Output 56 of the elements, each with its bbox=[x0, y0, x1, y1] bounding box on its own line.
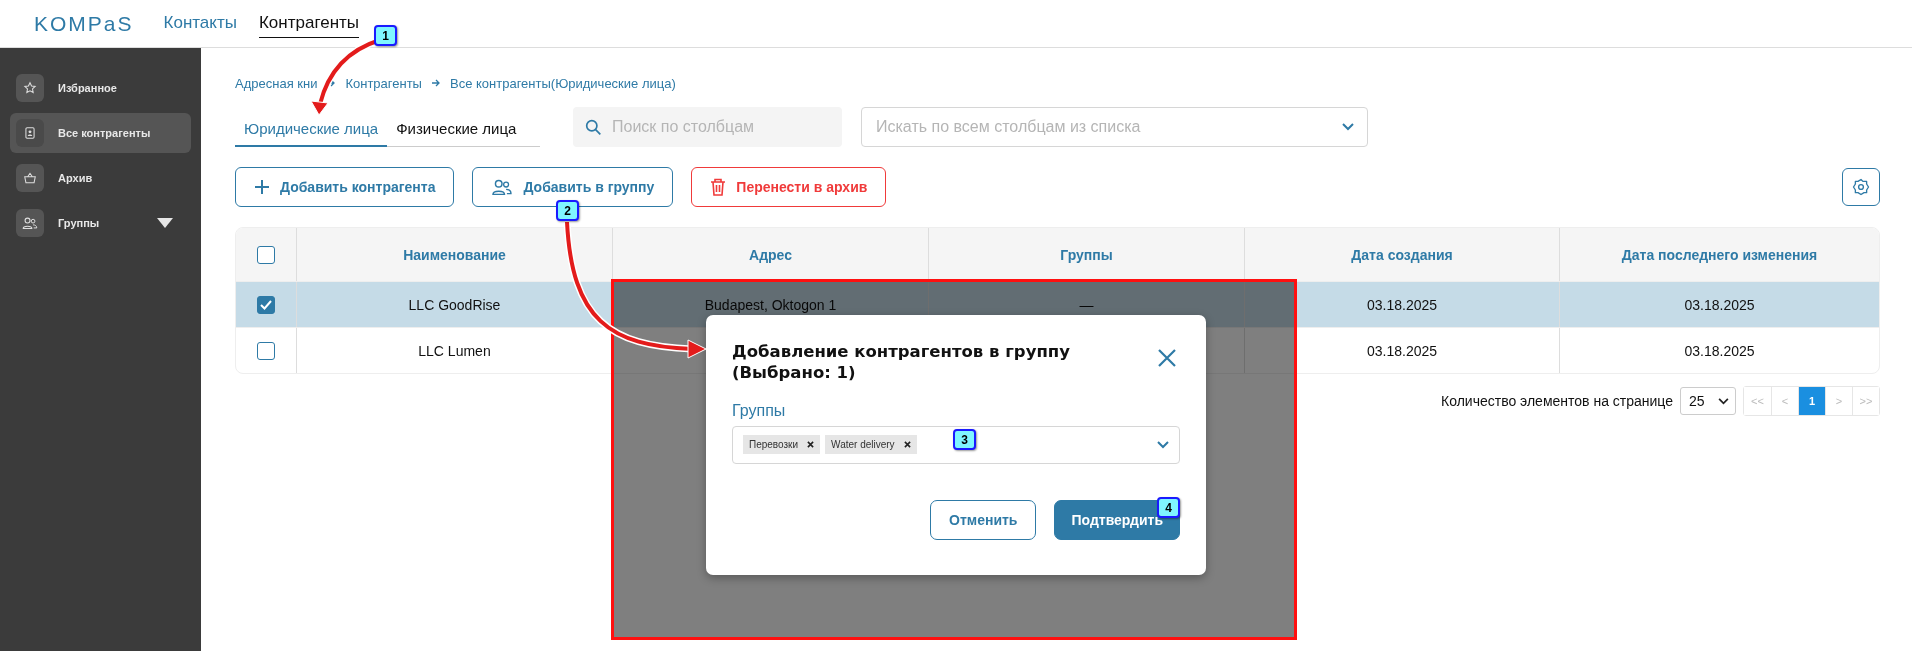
table-cell: 03.18.2025 bbox=[1366, 342, 1438, 359]
breadcrumb-link[interactable]: Адресная кни bbox=[235, 75, 318, 91]
field-label: Группы bbox=[732, 401, 787, 420]
sidebar-item[interactable]: Группы bbox=[10, 203, 191, 243]
tab[interactable]: Юридические лица bbox=[235, 112, 388, 147]
sidebar-item[interactable]: Избранное bbox=[10, 68, 191, 108]
action-button[interactable]: Перенести в архив bbox=[691, 167, 887, 207]
star-icon bbox=[23, 81, 37, 95]
tab[interactable]: Физические лица bbox=[387, 112, 526, 147]
remove-icon bbox=[807, 441, 815, 449]
chevron-down-icon bbox=[1157, 440, 1169, 449]
action-button[interactable]: Добавить в группу bbox=[472, 167, 674, 207]
callout-badge: 2 bbox=[556, 200, 579, 221]
checkbox[interactable] bbox=[257, 295, 275, 314]
plus-icon bbox=[254, 179, 270, 195]
settings-icon bbox=[1852, 178, 1870, 196]
table-cell: 03.18.2025 bbox=[1684, 296, 1755, 313]
logo: KOMPaS bbox=[34, 11, 134, 36]
table-cell: Budapest, Oktogon 1 bbox=[704, 296, 837, 313]
callout-badge: 3 bbox=[953, 429, 976, 450]
table-row[interactable]: LLC GoodRise Budapest, Oktogon 1 — 03.18.2025 03.18.2025 bbox=[236, 281, 1879, 327]
settings-button[interactable] bbox=[1842, 168, 1880, 206]
table-cell: — bbox=[1079, 296, 1094, 313]
chevron-down-icon bbox=[1342, 123, 1354, 131]
people-icon bbox=[22, 216, 38, 230]
people-icon bbox=[491, 178, 514, 196]
group-tag[interactable]: Перевозки bbox=[743, 435, 821, 455]
search-field[interactable]: Поиск по столбцам bbox=[573, 107, 842, 147]
table-cell: LLC Lumen bbox=[418, 342, 491, 359]
page-size-label: Количество элементов на странице bbox=[1441, 393, 1673, 409]
remove-icon bbox=[903, 441, 911, 449]
column-search-select[interactable]: Искать по всем столбцам из списка bbox=[861, 107, 1368, 147]
trash-icon bbox=[710, 178, 727, 196]
table-cell: 03.18.2025 bbox=[1684, 342, 1755, 359]
breadcrumb-link[interactable]: Контрагенты bbox=[345, 75, 422, 91]
sidebar-item[interactable]: Архив bbox=[10, 158, 191, 198]
page-button[interactable]: 1 bbox=[1798, 387, 1825, 415]
page-size-select[interactable]: 25 bbox=[1680, 387, 1736, 415]
callout-badge: 4 bbox=[1157, 497, 1180, 518]
table-cell: LLC GoodRise bbox=[408, 296, 501, 313]
breadcrumb-link[interactable]: Все контрагенты(Юридические лица) bbox=[449, 75, 676, 91]
search-icon bbox=[585, 119, 602, 136]
action-button[interactable]: Добавить контрагента bbox=[235, 167, 455, 207]
group-tag[interactable]: Water delivery bbox=[825, 435, 917, 455]
callout-badge: 1 bbox=[374, 25, 397, 46]
dialog-button[interactable]: Отменить bbox=[930, 499, 1037, 540]
checkbox[interactable] bbox=[257, 245, 275, 264]
table-cell: 03.18.2025 bbox=[1366, 296, 1438, 313]
sidebar-item[interactable]: Все контрагенты bbox=[10, 113, 191, 153]
chevron-down-icon bbox=[1718, 397, 1729, 405]
contact-card-icon bbox=[23, 126, 37, 140]
nav-link[interactable]: Контрагенты bbox=[258, 9, 360, 38]
basket-icon bbox=[23, 171, 37, 185]
nav-link[interactable]: Контакты bbox=[163, 9, 237, 38]
checkbox[interactable] bbox=[257, 341, 275, 360]
close-icon bbox=[1158, 349, 1176, 367]
